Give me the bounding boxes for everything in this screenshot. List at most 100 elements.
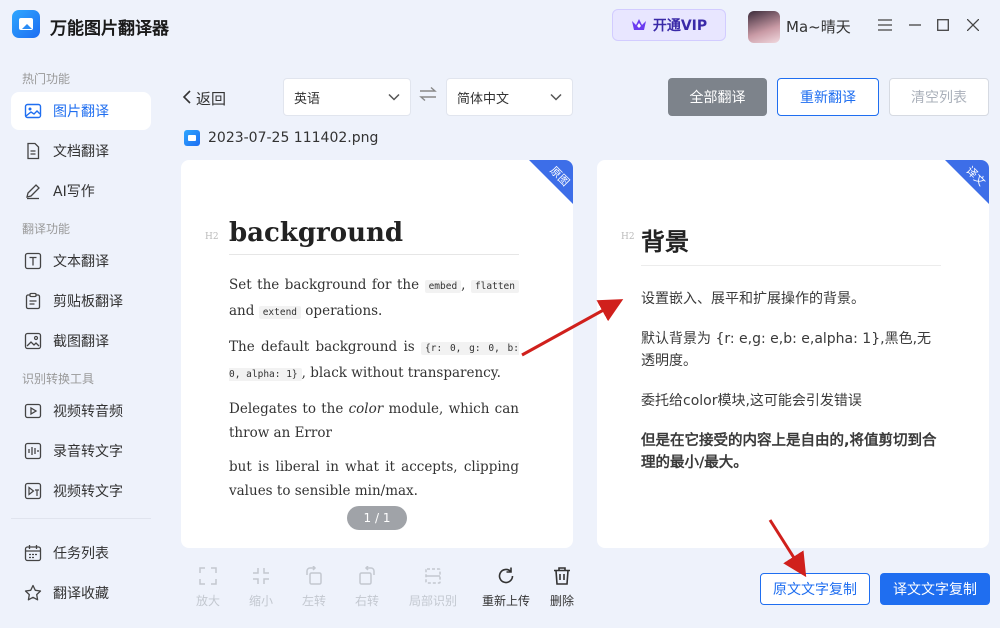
screenshot-icon xyxy=(24,332,42,350)
tool-label: 左转 xyxy=(301,594,326,608)
translated-document: 背景 设置嵌入、展平和扩展操作的背景。 默认背景为 {r: e,g: e,b: … xyxy=(641,222,941,492)
heading-tag: H2 xyxy=(205,232,219,242)
video-text-icon xyxy=(24,482,42,500)
copy-translation-text-button[interactable]: 译文文字复制 xyxy=(880,573,990,605)
reupload-tool[interactable]: 重新上传 xyxy=(481,566,531,609)
back-button[interactable]: 返回 xyxy=(182,88,226,109)
rotate-right-icon xyxy=(357,566,377,586)
image-file-icon xyxy=(184,130,200,146)
copy-original-text-button[interactable]: 原文文字复制 xyxy=(760,573,870,605)
sidebar-item-label: 文本翻译 xyxy=(53,254,109,270)
delete-tool[interactable]: 删除 xyxy=(537,566,587,609)
username[interactable]: Ma~晴天 xyxy=(786,16,851,37)
sidebar-item-ai-writing[interactable]: AI写作 xyxy=(11,172,151,210)
translate-all-button[interactable]: 全部翻译 xyxy=(668,78,767,116)
sidebar-item-video-to-text[interactable]: 视频转文字 xyxy=(11,472,151,510)
maximize-icon[interactable] xyxy=(932,14,954,36)
menu-icon[interactable] xyxy=(874,14,896,36)
pen-icon xyxy=(24,182,42,200)
sidebar-divider xyxy=(11,518,151,519)
tool-label: 局部识别 xyxy=(408,594,457,608)
sidebar-item-label: 截图翻译 xyxy=(53,334,109,350)
swap-languages-icon[interactable] xyxy=(418,86,438,106)
section-title-hot: 热门功能 xyxy=(22,72,71,86)
source-language-value: 英语 xyxy=(294,91,321,107)
corner-label: 译文 xyxy=(963,163,989,189)
original-document: background Set the background for the em… xyxy=(229,218,519,513)
refresh-icon xyxy=(496,566,516,586)
sidebar-item-screenshot-translate[interactable]: 截图翻译 xyxy=(11,322,151,360)
calendar-icon xyxy=(24,544,42,562)
section-title-translate: 翻译功能 xyxy=(22,222,71,236)
page-indicator: 1 / 1 xyxy=(347,506,407,530)
sidebar-item-text-translate[interactable]: 文本翻译 xyxy=(11,242,151,280)
sidebar-item-record-to-text[interactable]: 录音转文字 xyxy=(11,432,151,470)
doc-paragraph: The default background is {r: 0, g: 0, b… xyxy=(229,339,519,381)
sidebar-item-label: 剪贴板翻译 xyxy=(53,294,123,310)
app-logo-icon xyxy=(12,10,40,38)
sidebar-item-label: 翻译收藏 xyxy=(53,586,109,602)
chevron-down-icon xyxy=(550,90,562,105)
tool-label: 缩小 xyxy=(248,594,273,608)
video-audio-icon xyxy=(24,402,42,420)
heading-tag: H2 xyxy=(621,232,635,242)
translation-corner-tag: 译文 xyxy=(945,160,989,204)
vip-button[interactable]: 开通VIP xyxy=(612,9,726,41)
zoom-in-tool[interactable]: 放大 xyxy=(183,566,233,609)
translated-title: 背景 xyxy=(641,222,941,266)
avatar[interactable] xyxy=(748,11,780,43)
rotate-left-tool[interactable]: 左转 xyxy=(289,566,339,609)
translation-panel[interactable]: 译文 H2 背景 设置嵌入、展平和扩展操作的背景。 默认背景为 {r: e,g:… xyxy=(597,160,989,548)
partial-ocr-tool[interactable]: 局部识别 xyxy=(408,566,458,609)
minimize-icon[interactable] xyxy=(904,14,926,36)
trash-icon xyxy=(552,566,572,586)
sidebar-item-image-translate[interactable]: 图片翻译 xyxy=(11,92,151,130)
translated-paragraph: 默认背景为 {r: e,g: e,b: e,alpha: 1},黑色,无透明度。 xyxy=(641,331,932,369)
star-icon xyxy=(24,584,42,602)
expand-icon xyxy=(198,566,218,586)
document-icon xyxy=(24,142,42,160)
file-name: 2023-07-25 111402.png xyxy=(208,130,379,146)
back-label: 返回 xyxy=(196,90,227,108)
close-icon[interactable] xyxy=(962,14,984,36)
vip-label: 开通VIP xyxy=(652,18,708,34)
tool-label: 右转 xyxy=(354,594,379,608)
sidebar-item-label: 视频转文字 xyxy=(53,484,123,500)
sidebar-item-label: 录音转文字 xyxy=(53,444,123,460)
zoom-out-tool[interactable]: 缩小 xyxy=(236,566,286,609)
app-title: 万能图片翻译器 xyxy=(50,19,169,39)
sidebar-item-label: 文档翻译 xyxy=(53,144,109,160)
doc-paragraph: but is liberal in what it accepts, clipp… xyxy=(229,459,519,499)
sidebar-item-document-translate[interactable]: 文档翻译 xyxy=(11,132,151,170)
file-name-row: 2023-07-25 111402.png xyxy=(184,130,378,146)
original-image-panel[interactable]: 原图 H2 background Set the background for … xyxy=(181,160,573,548)
corner-label: 原图 xyxy=(547,163,573,189)
crown-icon xyxy=(631,18,647,32)
clipboard-icon xyxy=(24,292,42,310)
retranslate-button[interactable]: 重新翻译 xyxy=(777,78,879,116)
sidebar-item-favorites[interactable]: 翻译收藏 xyxy=(11,574,151,612)
sidebar-item-video-to-audio[interactable]: 视频转音频 xyxy=(11,392,151,430)
translated-paragraph: 设置嵌入、展平和扩展操作的背景。 xyxy=(641,291,865,307)
text-icon xyxy=(24,252,42,270)
record-icon xyxy=(24,442,42,460)
doc-title: background xyxy=(229,218,519,255)
doc-paragraph: Set the background for the embed, flatte… xyxy=(229,273,519,325)
compress-icon xyxy=(251,566,271,586)
chevron-down-icon xyxy=(388,90,400,105)
section-title-tools: 识别转换工具 xyxy=(22,372,95,386)
rotate-right-tool[interactable]: 右转 xyxy=(342,566,392,609)
tool-label: 重新上传 xyxy=(481,594,530,608)
title-bar: 万能图片翻译器 开通VIP Ma~晴天 xyxy=(0,0,1000,52)
image-icon xyxy=(24,102,42,120)
sidebar-item-clipboard-translate[interactable]: 剪贴板翻译 xyxy=(11,282,151,320)
sidebar-item-label: AI写作 xyxy=(53,184,95,200)
crop-select-icon xyxy=(423,566,443,586)
source-language-select[interactable]: 英语 xyxy=(283,78,411,116)
rotate-left-icon xyxy=(304,566,324,586)
sidebar-item-label: 图片翻译 xyxy=(53,104,109,120)
sidebar-item-task-list[interactable]: 任务列表 xyxy=(11,534,151,572)
target-language-select[interactable]: 简体中文 xyxy=(446,78,573,116)
clear-list-button[interactable]: 清空列表 xyxy=(889,78,989,116)
chevron-left-icon xyxy=(182,89,192,109)
